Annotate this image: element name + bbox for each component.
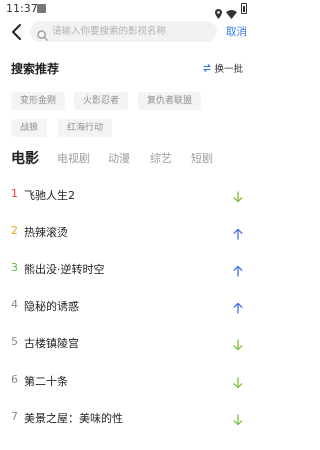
recommend-title: 搜索推荐 bbox=[11, 62, 60, 76]
ranking-row[interactable]: 2 热辣滚烫 bbox=[0, 217, 253, 247]
trend-up-arrow-icon bbox=[233, 262, 243, 277]
rank-number: 1 bbox=[11, 187, 18, 200]
ranking-row[interactable]: 5 古楼镇陵宫 bbox=[0, 328, 253, 358]
wifi-icon bbox=[226, 4, 237, 19]
search-field[interactable] bbox=[30, 21, 217, 42]
recommend-tag[interactable]: 战狼 bbox=[11, 119, 48, 137]
app-notification-icon bbox=[37, 4, 46, 13]
ranking-row[interactable]: 7 美景之屋：美味的性 bbox=[0, 403, 253, 433]
status-icons bbox=[215, 3, 247, 19]
rank-number: 3 bbox=[11, 261, 18, 274]
tab-variety[interactable]: 综艺 bbox=[150, 150, 172, 166]
trend-down-arrow-icon bbox=[233, 188, 243, 203]
category-tabs: 电影 电视剧 动漫 综艺 短剧 bbox=[11, 150, 246, 170]
refresh-button[interactable]: 换一批 bbox=[202, 61, 243, 75]
trend-down-arrow-icon bbox=[233, 374, 243, 389]
trend-down-arrow-icon bbox=[233, 411, 243, 426]
status-time: 11:37 bbox=[6, 2, 38, 15]
status-bar: 11:37 bbox=[0, 0, 253, 19]
tab-short-drama[interactable]: 短剧 bbox=[191, 150, 213, 166]
location-icon bbox=[215, 4, 222, 19]
rank-number: 4 bbox=[11, 298, 18, 311]
rank-title: 飞驰人生2 bbox=[24, 189, 75, 202]
recommend-tag[interactable]: 变形金刚 bbox=[11, 92, 66, 110]
rank-title: 隐秘的诱惑 bbox=[24, 300, 79, 313]
rank-number: 5 bbox=[11, 335, 18, 348]
search-input[interactable] bbox=[52, 23, 212, 40]
back-arrow-icon[interactable] bbox=[10, 23, 24, 41]
tab-anime[interactable]: 动漫 bbox=[108, 150, 130, 166]
refresh-icon bbox=[202, 63, 212, 73]
rank-title: 古楼镇陵宫 bbox=[24, 337, 79, 350]
rank-title: 熊出没·逆转时空 bbox=[24, 263, 105, 276]
recommend-tag[interactable]: 复仇者联盟 bbox=[138, 92, 202, 110]
trend-up-arrow-icon bbox=[233, 299, 243, 314]
refresh-label: 换一批 bbox=[214, 64, 243, 75]
ranking-row[interactable]: 3 熊出没·逆转时空 bbox=[0, 254, 253, 284]
rank-title: 第二十条 bbox=[24, 375, 68, 388]
cancel-button[interactable]: 取消 bbox=[226, 24, 247, 39]
trend-up-arrow-icon bbox=[233, 225, 243, 240]
rank-number: 2 bbox=[11, 224, 18, 237]
rank-title: 热辣滚烫 bbox=[24, 226, 68, 239]
tab-tv-series[interactable]: 电视剧 bbox=[57, 150, 90, 166]
tab-movie[interactable]: 电影 bbox=[11, 148, 39, 168]
battery-icon bbox=[241, 3, 247, 14]
recommend-tag[interactable]: 火影忍者 bbox=[74, 92, 129, 110]
ranking-row[interactable]: 4 隐秘的诱惑 bbox=[0, 291, 253, 321]
rank-title: 美景之屋：美味的性 bbox=[24, 412, 123, 425]
ranking-row[interactable]: 6 第二十条 bbox=[0, 366, 253, 396]
rank-number: 6 bbox=[11, 373, 18, 386]
recommend-tag[interactable]: 红海行动 bbox=[58, 119, 113, 137]
rank-number: 7 bbox=[11, 410, 18, 423]
ranking-row[interactable]: 1 飞驰人生2 bbox=[0, 180, 253, 210]
search-bar: 取消 bbox=[0, 20, 253, 44]
search-icon bbox=[37, 26, 48, 41]
trend-down-arrow-icon bbox=[233, 336, 243, 351]
